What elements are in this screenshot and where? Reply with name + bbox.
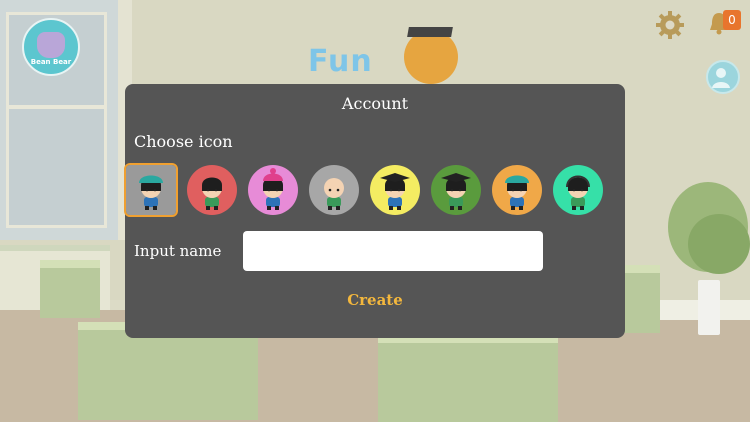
avatar-option-girl-black-hair-icon[interactable] <box>187 165 237 215</box>
avatar-option-bald-kid-icon[interactable] <box>309 165 359 215</box>
name-input[interactable] <box>243 231 543 271</box>
avatar-option-kid-headphones-icon[interactable] <box>553 165 603 215</box>
avatar-label: Bean Bear <box>30 58 72 66</box>
bear-icon <box>37 32 65 58</box>
notification-badge: 0 <box>723 10 741 30</box>
logo-text: Fun <box>308 44 373 79</box>
avatar-option-grad-cap-yellow-icon[interactable] <box>370 165 420 215</box>
profile-avatar-button[interactable]: Bean Bear <box>22 18 80 76</box>
avatar-option-boy-teal-hat-icon[interactable] <box>124 163 178 217</box>
create-button[interactable]: Create <box>325 288 425 312</box>
choose-icon-label: Choose icon <box>134 132 233 151</box>
desk <box>378 335 558 422</box>
owl-mascot-icon <box>404 30 458 84</box>
dialog-title: Account <box>341 94 409 113</box>
account-dialog: Account Choose icon Input name Create <box>124 84 625 338</box>
user-icon[interactable] <box>706 60 740 94</box>
bell-icon[interactable]: 0 <box>707 10 741 40</box>
desk <box>40 260 100 318</box>
icon-picker <box>124 163 625 218</box>
gear-icon[interactable] <box>655 10 685 40</box>
avatar-option-girl-pink-beanie-icon[interactable] <box>248 165 298 215</box>
graduation-cap-icon <box>407 27 453 37</box>
avatar-option-boy-teal-hat-orange-icon[interactable] <box>492 165 542 215</box>
avatar-option-grad-cap-green-icon[interactable] <box>431 165 481 215</box>
input-name-label: Input name <box>134 242 222 260</box>
plant-pot <box>698 280 720 335</box>
